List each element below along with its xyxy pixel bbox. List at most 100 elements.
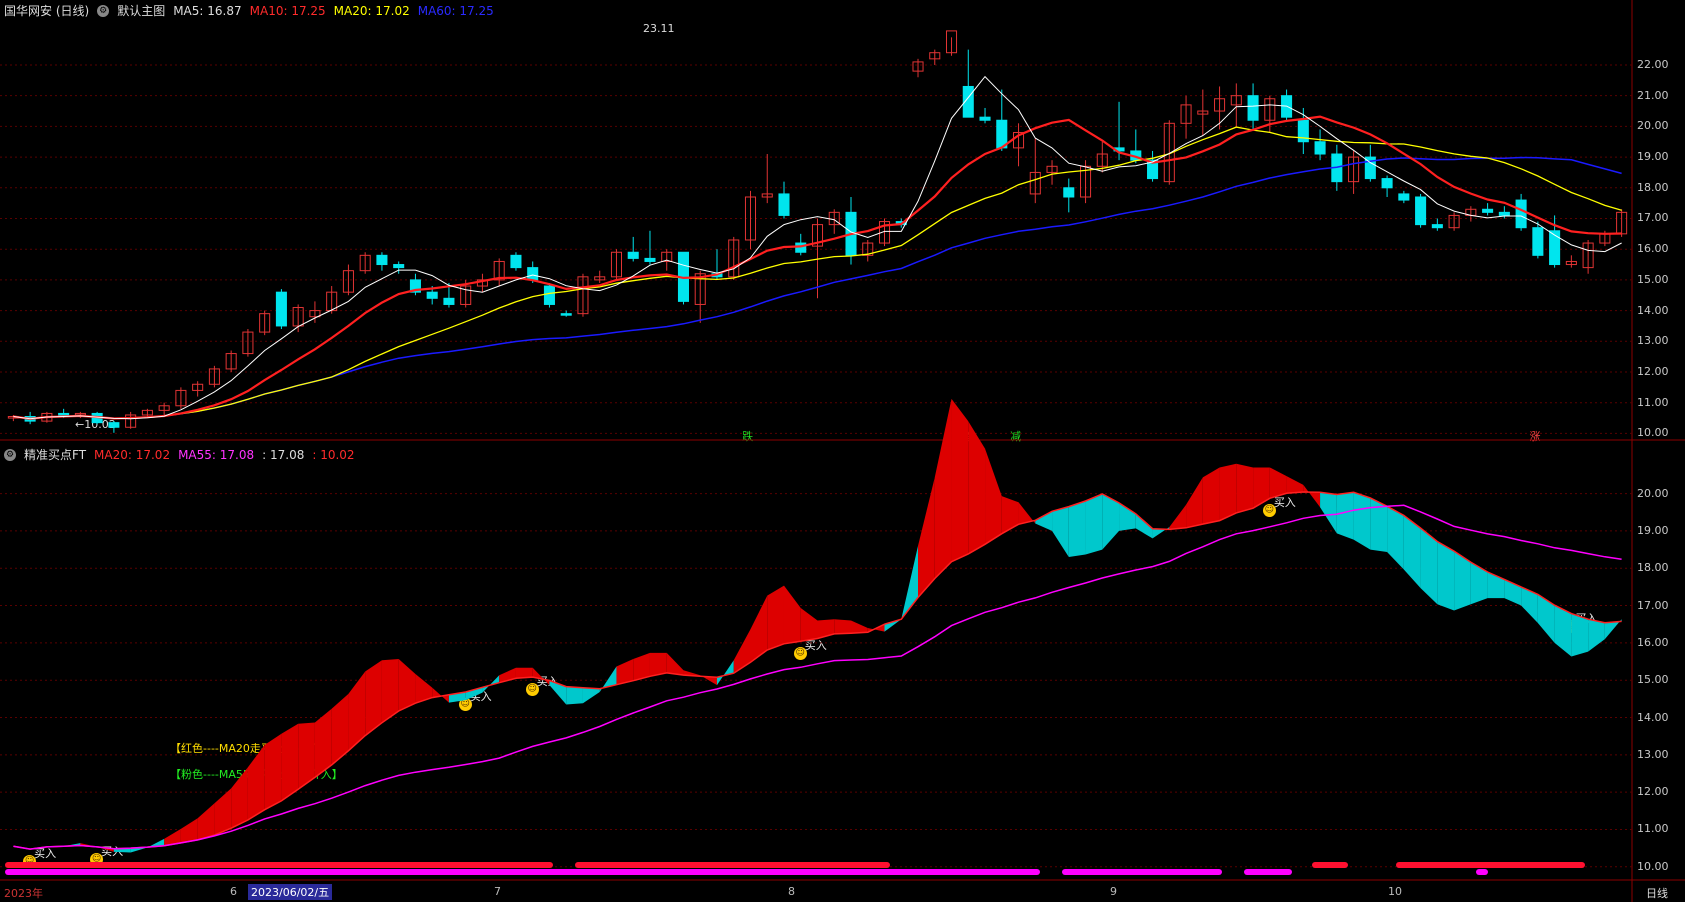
signal-ribbon — [247, 744, 265, 820]
signal-ribbon — [566, 686, 583, 705]
candle-body — [443, 297, 455, 305]
x-label-oct: 10 — [1388, 885, 1402, 898]
signal-ribbon — [851, 620, 868, 634]
y-tick-label-sub: 17.00 — [1637, 598, 1669, 612]
candle-body — [58, 412, 70, 416]
stock-chart[interactable] — [0, 0, 1685, 902]
signal-bar-pink — [1476, 869, 1488, 875]
x-label-year: 2023年 — [4, 887, 43, 900]
y-tick-label-sub: 13.00 — [1637, 747, 1669, 761]
candle-body — [376, 254, 388, 266]
y-tick-label-sub: 19.00 — [1637, 523, 1669, 537]
candle-body — [393, 264, 405, 269]
y-tick-label: 15.00 — [1637, 272, 1669, 286]
y-tick-label: 12.00 — [1637, 364, 1669, 378]
signal-ribbon — [733, 629, 751, 674]
candle-body — [1532, 227, 1544, 256]
signal-bar-red — [5, 862, 553, 868]
signal-ribbon — [767, 585, 784, 651]
signal-bar-red — [1396, 862, 1585, 868]
signal-ribbon — [1320, 492, 1337, 534]
y-tick-label: 19.00 — [1637, 150, 1669, 164]
x-label-sep: 9 — [1110, 885, 1117, 898]
signal-ribbon — [180, 818, 198, 843]
signal-ribbon — [800, 608, 818, 642]
signal-ribbon — [1085, 493, 1103, 555]
signal-ribbon — [1253, 467, 1270, 509]
signal-ribbon — [231, 767, 248, 829]
signal-bar-red — [1312, 862, 1348, 868]
y-tick-label-sub: 16.00 — [1637, 635, 1669, 649]
signal-ribbon — [331, 693, 349, 765]
signal-ribbon — [398, 659, 416, 711]
candle-body — [1415, 196, 1427, 226]
y-tick-label-sub: 11.00 — [1637, 822, 1669, 836]
candle-body — [778, 193, 790, 216]
y-tick-label-sub: 20.00 — [1637, 486, 1669, 500]
candle-body — [1515, 199, 1527, 229]
signal-ribbon — [918, 477, 935, 598]
y-tick-label: 20.00 — [1637, 119, 1669, 133]
signal-ribbon — [834, 619, 852, 634]
signal-ribbon — [264, 733, 282, 810]
signal-ribbon — [214, 788, 232, 836]
signal-ribbon — [1052, 506, 1069, 558]
y-tick-label: 14.00 — [1637, 303, 1669, 317]
signal-ribbon — [968, 421, 986, 554]
signal-ribbon — [532, 667, 550, 686]
period-button[interactable]: 日线 — [1646, 885, 1668, 901]
signal-ribbon — [1336, 492, 1354, 540]
signal-ribbon — [1068, 501, 1086, 558]
candle-body — [1063, 187, 1075, 198]
x-label-june: 6 — [230, 885, 237, 898]
y-tick-label-sub: 14.00 — [1637, 710, 1669, 724]
signal-ribbon — [1286, 476, 1304, 494]
signal-bar-pink — [1244, 869, 1292, 875]
y-tick-label: 21.00 — [1637, 88, 1669, 102]
candle-body — [1398, 193, 1410, 201]
candle-body — [1498, 211, 1510, 216]
candle-body — [560, 313, 572, 316]
signal-ribbon — [1219, 463, 1237, 521]
candle-body — [426, 291, 438, 299]
signal-ribbon — [1437, 541, 1455, 611]
signal-ribbon — [1571, 613, 1589, 657]
signal-ribbon — [1169, 504, 1187, 530]
signal-ribbon — [582, 687, 600, 704]
candle-body — [644, 257, 656, 262]
signal-ribbon — [1588, 619, 1605, 652]
signal-ribbon — [934, 398, 952, 579]
y-tick-label: 10.00 — [1637, 426, 1669, 440]
y-tick-label: 13.00 — [1637, 334, 1669, 348]
x-label-july: 7 — [494, 885, 501, 898]
candle-body — [795, 242, 807, 253]
signal-bar-pink — [1062, 869, 1222, 875]
signal-ribbon — [1303, 484, 1321, 508]
x-cursor-date: 2023/06/02/五 — [248, 884, 333, 900]
y-tick-label-sub: 10.00 — [1637, 859, 1669, 873]
candle-body — [108, 422, 120, 428]
candle-body — [275, 291, 287, 327]
candle-body — [1314, 141, 1326, 155]
signal-ribbon — [1202, 467, 1220, 525]
signal-bar-pink — [5, 869, 1040, 875]
y-tick-label: 16.00 — [1637, 242, 1669, 256]
signal-ribbon — [1186, 477, 1203, 528]
candle-body — [1482, 208, 1494, 213]
signal-ribbon — [1353, 492, 1371, 550]
signal-ribbon — [281, 723, 299, 801]
signal-ribbon — [1119, 502, 1136, 531]
signal-ribbon — [1387, 506, 1404, 570]
signal-ribbon — [783, 585, 801, 644]
candle-body — [627, 251, 639, 259]
signal-ribbon — [1035, 511, 1053, 531]
signal-ribbon — [1001, 496, 1019, 534]
y-tick-label-sub: 15.00 — [1637, 673, 1669, 687]
candle-body — [979, 116, 991, 121]
candle-body — [1431, 224, 1443, 229]
x-label-aug: 8 — [788, 885, 795, 898]
y-tick-label: 18.00 — [1637, 180, 1669, 194]
y-tick-label-sub: 18.00 — [1637, 561, 1669, 575]
y-tick-label-sub: 12.00 — [1637, 785, 1669, 799]
signal-ribbon — [716, 660, 734, 686]
